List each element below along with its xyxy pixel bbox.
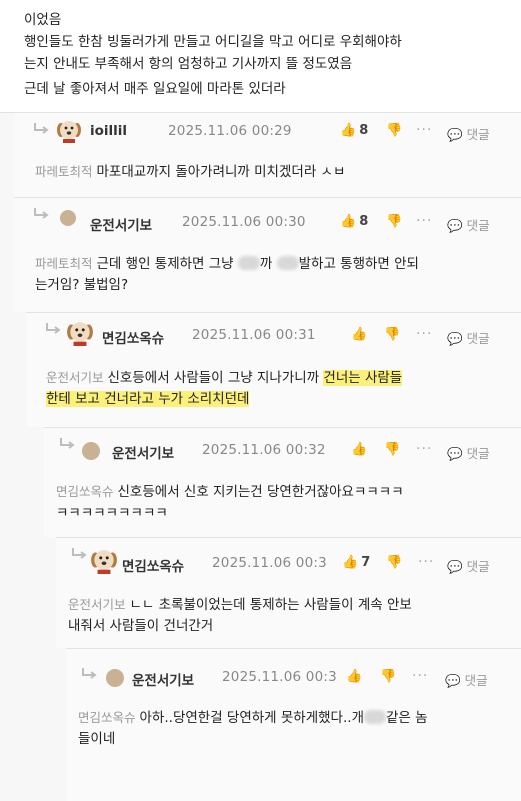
comment-text: 운전서기보 ㄴㄴ 초록불이었는데 통제하는 사람들이 계속 안보 <box>68 597 412 613</box>
comment-text-line: 는거임? 불법임? <box>35 277 129 293</box>
comment-date: 2025.11.06 00:3 <box>222 669 337 685</box>
reply-arrow-icon <box>60 438 75 449</box>
censor-blur <box>237 256 260 270</box>
more-options-button[interactable]: ··· <box>416 326 432 342</box>
thumbs-up-icon: 👍 <box>340 214 357 229</box>
comment-date: 2025.11.06 00:32 <box>202 442 326 458</box>
reply-arrow-icon <box>72 548 87 559</box>
post-body: 이었음 행인들도 한참 빙둘러가게 만들고 어디길을 막고 어디로 우회해야하 … <box>0 0 521 113</box>
comment-text-line: 들이네 <box>78 731 116 747</box>
like-button[interactable]: 👍 <box>351 327 367 342</box>
comment-text: 파레토최적 마포대교까지 돌아가려니까 미치겠더라 ㅅㅂ <box>35 164 346 180</box>
thumbs-up-icon: 👍 <box>351 442 368 457</box>
thumbs-up-icon: 👍 <box>346 669 363 684</box>
default-avatar-icon <box>106 669 124 687</box>
more-options-button[interactable]: ··· <box>416 441 432 457</box>
dog-avatar-icon <box>57 121 81 143</box>
like-count: 7 <box>361 555 371 570</box>
reply-arrow-icon <box>34 208 49 219</box>
mention-tag[interactable]: 파레토최적 <box>35 256 93 271</box>
comment-nickname[interactable]: ioillil <box>90 123 127 139</box>
speech-bubble-icon: 💬 <box>447 559 463 574</box>
censor-blur <box>363 710 386 724</box>
like-button[interactable]: 👍 <box>351 442 367 457</box>
post-body-line: 행인들도 한참 빙둘러가게 만들고 어디길을 막고 어디로 우회해야하 <box>24 34 402 50</box>
dog-avatar-icon <box>67 322 93 346</box>
comment-nickname[interactable]: 운전서기보 <box>112 442 174 462</box>
speech-bubble-icon: 💬 <box>445 673 461 688</box>
comment-item: 면김쏘옥슈 2025.11.06 00:3 👍 7 👎 ··· 💬 댓글 운전서기… <box>56 537 521 648</box>
reply-button[interactable]: 💬 댓글 <box>447 215 490 234</box>
reply-button[interactable]: 💬 댓글 <box>447 443 490 462</box>
reply-button[interactable]: 💬 댓글 <box>447 328 490 347</box>
reply-button[interactable]: 💬 댓글 <box>445 670 488 689</box>
like-count: 8 <box>359 123 369 138</box>
reply-arrow-icon <box>82 668 97 679</box>
mention-tag[interactable]: 운전서기보 <box>46 370 104 385</box>
reply-button[interactable]: 💬 댓글 <box>447 124 490 143</box>
default-avatar-icon <box>82 442 100 460</box>
like-count: 8 <box>359 214 369 229</box>
mention-tag[interactable]: 파레토최적 <box>35 164 93 179</box>
comment-nickname[interactable]: 운전서기보 <box>90 214 152 234</box>
comment-text-line: 한테 보고 건너라고 누가 소리치던데 <box>46 389 250 410</box>
speech-bubble-icon: 💬 <box>447 218 463 233</box>
reply-button[interactable]: 💬 댓글 <box>447 556 490 575</box>
thumbs-down-icon[interactable]: 👎 <box>380 669 396 684</box>
thumbs-down-icon[interactable]: 👎 <box>384 442 400 457</box>
speech-bubble-icon: 💬 <box>447 446 463 461</box>
comment-text-line: 내줘서 사람들이 건너간거 <box>68 618 214 634</box>
comment-nickname[interactable]: 운전서기보 <box>132 669 194 689</box>
comment-date: 2025.11.06 00:3 <box>212 555 327 571</box>
thumbs-up-icon: 👍 <box>351 327 368 342</box>
thumbs-down-icon[interactable]: 👎 <box>386 123 402 138</box>
speech-bubble-icon: 💬 <box>447 127 463 142</box>
comment-text: 파레토최적 근데 행인 통제하면 그냥 까 발하고 통행하면 안되 <box>35 256 419 272</box>
mention-tag[interactable]: 운전서기보 <box>68 597 126 612</box>
comment-item: ioillil 2025.11.06 00:29 👍 8 👎 ··· 💬 댓글 파… <box>14 112 521 197</box>
reply-arrow-icon <box>46 323 61 334</box>
reply-arrow-icon <box>34 123 49 134</box>
more-options-button[interactable]: ··· <box>412 668 428 684</box>
speech-bubble-icon: 💬 <box>447 331 463 346</box>
post-body-line: 는지 안내도 부족해서 항의 엄청하고 기사까지 뜰 정도였음 <box>24 56 353 72</box>
comment-thread-screenshot: 이었음 행인들도 한참 빙둘러가게 만들고 어디길을 막고 어디로 우회해야하 … <box>0 0 521 801</box>
comment-text-line: ㅋㅋㅋㅋㅋㅋㅋㅋㅋ <box>56 505 168 521</box>
comment-nickname[interactable]: 면김쏘옥슈 <box>102 327 164 347</box>
comment-date: 2025.11.06 00:29 <box>168 123 292 139</box>
thumbs-down-icon[interactable]: 👎 <box>384 327 400 342</box>
default-avatar-icon <box>60 210 76 226</box>
highlighted-text: 한테 보고 건너라고 누가 소리치던데 <box>46 391 250 407</box>
comment-item: 운전서기보 2025.11.06 00:3 👍 👎 ··· 💬 댓글 면김쏘옥슈… <box>66 648 521 801</box>
comment-text: 운전서기보 신호등에서 사람들이 그냥 지나가니까 건너는 사람들 <box>46 370 403 386</box>
like-button[interactable]: 👍 8 <box>340 214 368 229</box>
post-body-line: 이었음 <box>24 12 62 28</box>
like-button[interactable]: 👍 7 <box>342 555 370 570</box>
censor-blur <box>276 256 299 270</box>
comment-date: 2025.11.06 00:31 <box>192 327 316 343</box>
like-button[interactable]: 👍 <box>346 669 362 684</box>
more-options-button[interactable]: ··· <box>416 213 432 229</box>
comment-item: 면김쏘옥슈 2025.11.06 00:31 👍 👎 ··· 💬 댓글 운전서기… <box>26 312 521 427</box>
dog-avatar-icon <box>91 550 117 574</box>
like-button[interactable]: 👍 8 <box>340 123 368 138</box>
post-body-line: 근데 날 좋아져서 매주 일요일에 마라톤 있더라 <box>24 81 286 97</box>
more-options-button[interactable]: ··· <box>416 122 432 138</box>
comment-text: 면김쏘옥슈 아하..당연한걸 당연하게 못하게했다..개 같은 놈 <box>78 710 428 726</box>
comment-item: 운전서기보 2025.11.06 00:32 👍 👎 ··· 💬 댓글 면김쏘옥… <box>44 427 521 537</box>
comment-item: 운전서기보 2025.11.06 00:30 👍 8 👎 ··· 💬 댓글 파레토… <box>14 197 521 312</box>
comment-date: 2025.11.06 00:30 <box>182 214 306 230</box>
thumbs-down-icon[interactable]: 👎 <box>386 555 402 570</box>
thumbs-down-icon[interactable]: 👎 <box>386 214 402 229</box>
mention-tag[interactable]: 면김쏘옥슈 <box>78 710 136 725</box>
mention-tag[interactable]: 면김쏘옥슈 <box>56 484 114 499</box>
thumbs-up-icon: 👍 <box>340 123 357 138</box>
comment-nickname[interactable]: 면김쏘옥슈 <box>122 555 184 575</box>
comment-text: 면김쏘옥슈 신호등에서 신호 지키는건 당연한거잖아요ㅋㅋㅋㅋ <box>56 484 404 500</box>
more-options-button[interactable]: ··· <box>418 554 434 570</box>
thumbs-up-icon: 👍 <box>342 555 359 570</box>
highlighted-text: 건너는 사람들 <box>323 370 403 386</box>
